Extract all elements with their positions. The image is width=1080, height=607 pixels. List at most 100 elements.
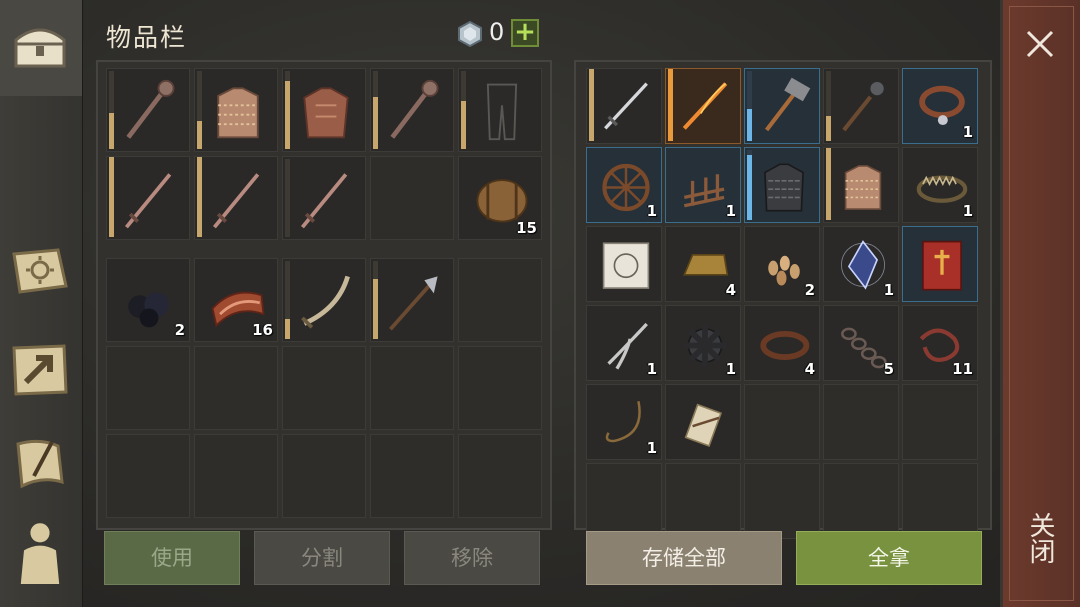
gem-count: 0 <box>489 18 505 46</box>
durability-bar <box>589 69 594 141</box>
storage-slot[interactable] <box>665 384 741 460</box>
storage-slot[interactable] <box>823 384 899 460</box>
storage-slot[interactable]: 11 <box>902 305 978 381</box>
inventory-slot[interactable] <box>370 156 454 240</box>
storage-slot[interactable] <box>665 68 741 144</box>
scale-armor-icon <box>764 163 804 212</box>
leather-armor-icon <box>303 87 349 139</box>
inventory-slot[interactable] <box>282 434 366 518</box>
storage-slot[interactable] <box>902 226 978 302</box>
inventory-slot[interactable] <box>458 258 542 342</box>
storage-slot[interactable] <box>586 463 662 539</box>
inventory-slot[interactable] <box>370 258 454 342</box>
character-icon[interactable] <box>8 520 72 584</box>
chainmail-icon <box>217 87 259 139</box>
storage-slot[interactable] <box>902 384 978 460</box>
inventory-slot[interactable] <box>458 68 542 152</box>
inventory-slot[interactable] <box>370 434 454 518</box>
coal-icon <box>128 292 169 328</box>
page-title: 物品栏 <box>106 23 188 52</box>
storage-slot[interactable] <box>744 68 820 144</box>
durability-bar <box>461 101 466 149</box>
inventory-slot[interactable] <box>370 68 454 152</box>
storage-slot[interactable]: 1 <box>665 305 741 381</box>
inventory-slot[interactable] <box>194 156 278 240</box>
durability-bar <box>826 148 831 220</box>
longsword-icon <box>604 82 648 130</box>
durability-bar <box>285 81 290 149</box>
durability-bar <box>668 69 673 141</box>
inventory-grid: 15 <box>106 68 542 240</box>
inventory-slot[interactable]: 2 <box>106 258 190 342</box>
storage-slot[interactable]: 1 <box>902 68 978 144</box>
inventory-slot[interactable]: 16 <box>194 258 278 342</box>
storage-slot[interactable] <box>744 384 820 460</box>
mace-icon <box>126 79 175 139</box>
storage-slot[interactable]: 1 <box>902 147 978 223</box>
blueprint-icon <box>602 242 650 289</box>
inventory-slot[interactable] <box>194 434 278 518</box>
storage-slot[interactable]: 5 <box>823 305 899 381</box>
inventory-slot[interactable] <box>194 68 278 152</box>
chest-icon[interactable] <box>8 14 72 78</box>
inventory-slot[interactable] <box>106 156 190 240</box>
storage-slot[interactable] <box>902 463 978 539</box>
storage-slot[interactable]: 1 <box>586 147 662 223</box>
storage-slot[interactable]: 2 <box>744 226 820 302</box>
storage-slot[interactable]: 1 <box>823 226 899 302</box>
inventory-slot[interactable] <box>282 156 366 240</box>
storage-slot[interactable] <box>744 147 820 223</box>
inventory-grid-lower: 2 16 <box>106 258 542 518</box>
item-count: 1 <box>962 202 973 220</box>
inventory-slot[interactable] <box>106 434 190 518</box>
inventory-slot[interactable] <box>106 68 190 152</box>
flame-sword-icon <box>682 82 728 130</box>
halberd-icon <box>389 276 438 331</box>
store-all-button[interactable]: 存储全部 <box>586 531 782 585</box>
mace-icon <box>390 79 439 139</box>
sword-icon <box>124 173 172 229</box>
storage-slot[interactable] <box>586 68 662 144</box>
storage-slot[interactable]: 4 <box>744 305 820 381</box>
inventory-slot[interactable] <box>194 346 278 430</box>
storage-slot[interactable] <box>744 463 820 539</box>
durability-bar <box>747 155 752 220</box>
inventory-slot[interactable] <box>282 258 366 342</box>
flail-icon <box>842 80 886 132</box>
inventory-slot[interactable] <box>282 346 366 430</box>
storage-slot[interactable]: 4 <box>665 226 741 302</box>
storage-slot[interactable]: 1 <box>665 147 741 223</box>
sword-icon <box>300 173 348 229</box>
split-button[interactable]: 分割 <box>254 531 390 585</box>
add-gems-button[interactable]: + <box>511 19 539 47</box>
item-count: 4 <box>725 281 736 299</box>
sun-map-icon[interactable] <box>8 240 72 304</box>
storage-slot[interactable]: 1 <box>586 384 662 460</box>
durability-bar <box>197 157 202 237</box>
use-button[interactable]: 使用 <box>104 531 240 585</box>
item-count: 1 <box>646 202 657 220</box>
item-count: 15 <box>516 219 537 237</box>
storage-slot[interactable]: 1 <box>586 305 662 381</box>
take-all-button[interactable]: 全拿 <box>796 531 982 585</box>
item-count: 1 <box>725 360 736 378</box>
scimitar-icon <box>301 275 350 329</box>
durability-bar <box>373 279 378 339</box>
storage-slot[interactable] <box>823 147 899 223</box>
inventory-slot[interactable] <box>282 68 366 152</box>
inventory-slot[interactable] <box>106 346 190 430</box>
arrow-map-icon[interactable] <box>8 338 72 402</box>
close-icon[interactable] <box>1018 22 1062 66</box>
remove-button[interactable]: 移除 <box>404 531 540 585</box>
close-label[interactable]: 关闭 <box>1023 512 1059 564</box>
storage-slot[interactable] <box>823 463 899 539</box>
storage-slot[interactable] <box>665 463 741 539</box>
scroll-quill-icon[interactable] <box>8 432 72 496</box>
inventory-slot[interactable] <box>370 346 454 430</box>
storage-slot[interactable] <box>586 226 662 302</box>
inventory-slot[interactable] <box>458 346 542 430</box>
inventory-slot[interactable] <box>458 434 542 518</box>
durability-bar <box>373 97 378 149</box>
inventory-slot[interactable]: 15 <box>458 156 542 240</box>
storage-slot[interactable] <box>823 68 899 144</box>
